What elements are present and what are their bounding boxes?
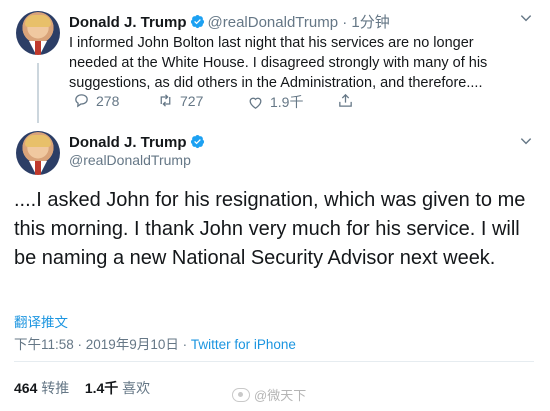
watermark: @微天下 [232,385,306,404]
author-handle[interactable]: @realDonaldTrump [69,152,191,168]
tweet-datetime[interactable]: 下午11:58 · 2019年9月10日 · [14,337,191,352]
thread-line [37,63,39,123]
avatar-tie [35,41,41,55]
divider [14,361,534,362]
reply-button[interactable]: 278 [73,92,119,109]
tweet-stats: 464 转推 1.4千 喜欢 [14,378,150,398]
avatar[interactable] [16,131,60,175]
reply-count: 278 [96,92,120,109]
retweet-stat-label: 转推 [41,380,70,396]
verified-badge-icon [190,134,204,149]
like-stat-label: 喜欢 [122,380,151,396]
like-button[interactable]: 1.9千 [247,92,303,112]
retweet-icon [160,94,171,107]
share-icon [339,93,352,107]
parent-tweet[interactable]: Donald J. Trump @realDonaldTrump · 1分钟 I … [0,0,550,126]
heart-icon [249,97,262,109]
retweet-button[interactable]: 727 [157,92,203,109]
chevron-down-icon[interactable] [519,134,533,148]
tweet-time[interactable]: 1分钟 [351,14,389,31]
like-stat-count: 1.4千 [84,380,119,396]
avatar-tie [35,161,41,175]
share-button[interactable] [337,92,354,109]
weibo-logo-icon [232,387,250,402]
author-handle[interactable]: @realDonaldTrump [208,14,339,31]
avatar[interactable] [16,11,60,55]
tweet-client[interactable]: Twitter for iPhone [191,337,296,352]
tweet-meta: 下午11:58 · 2019年9月10日 · Twitter for iPhon… [14,333,296,353]
like-stat[interactable]: 1.4千 喜欢 [85,380,150,396]
author-name[interactable]: Donald J. Trump [69,14,187,31]
reply-icon [75,94,88,108]
avatar-hair [25,15,51,27]
watermark-text: @微天下 [254,388,307,403]
tweet-header: Donald J. Trump [69,134,208,151]
tweet-text: ....I asked John for his resignation, wh… [14,189,526,269]
like-count: 1.9千 [270,94,304,110]
retweet-stat-count: 464 [14,380,38,396]
translate-tweet-link[interactable]: 翻译推文 [14,311,68,331]
verified-badge-icon [190,14,204,29]
retweet-count: 727 [180,92,204,109]
avatar-hair [25,135,51,147]
retweet-stat[interactable]: 464 转推 [14,380,69,396]
chevron-down-icon[interactable] [519,11,533,25]
author-name[interactable]: Donald J. Trump [69,134,187,151]
tweet-header: Donald J. Trump @realDonaldTrump · 1分钟 [69,11,390,32]
separator-dot: · [342,14,348,31]
tweet-text: I informed John Bolton last night that h… [69,35,488,91]
